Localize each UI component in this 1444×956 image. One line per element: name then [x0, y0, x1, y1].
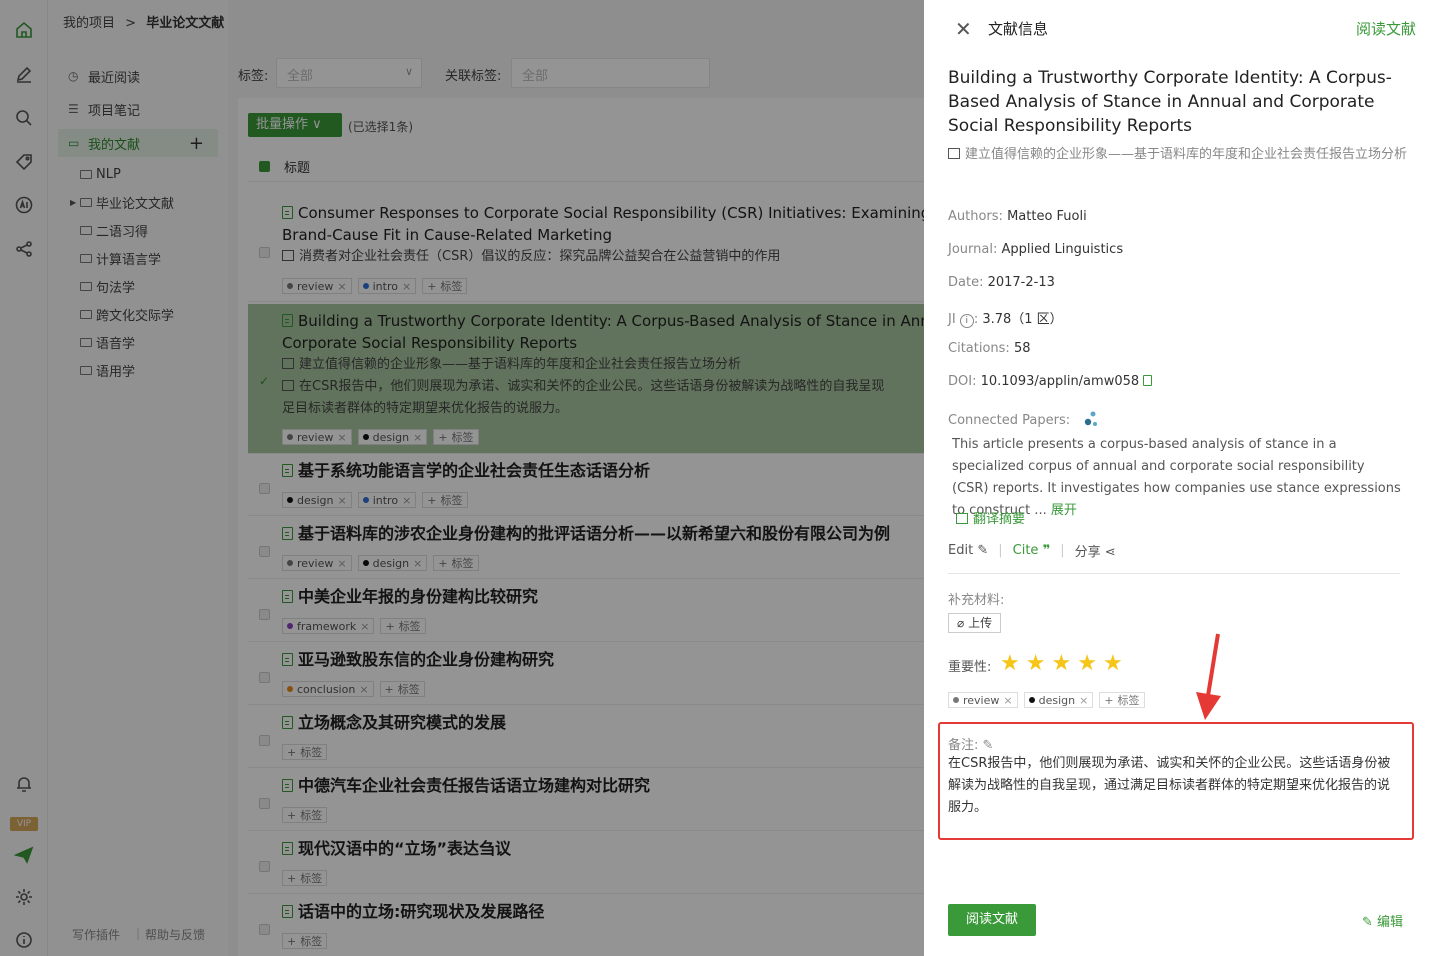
star-icon[interactable]: ★ [1000, 652, 1020, 676]
connected-papers-row: Connected Papers: [948, 410, 1100, 430]
star-icon[interactable]: ★ [1051, 652, 1071, 676]
ji-row: JI i: 3.78（1 区） [948, 312, 1063, 328]
pencil-icon[interactable]: ✎ [983, 738, 994, 753]
note-text[interactable]: 在CSR报告中，他们则展现为承诺、诚实和关怀的企业公民。这些话语身份被解读为战略… [948, 753, 1402, 819]
citations-value: 58 [1013, 341, 1031, 356]
journal-value: Applied Linguistics [1001, 242, 1124, 257]
panel-title: 文献信息 [988, 20, 1049, 38]
tag-chip[interactable]: design × [1023, 692, 1094, 708]
share-button[interactable]: 分享 ⋖ [1075, 541, 1116, 560]
date-row: Date: 2017-2-13 [948, 275, 1055, 290]
authors-value: Matteo Fuoli [1007, 209, 1087, 224]
info-icon[interactable]: i [959, 314, 974, 328]
importance-rating[interactable]: ★ ★ ★ ★ ★ [1000, 652, 1123, 676]
read-paper-link[interactable]: 阅读文献 [1356, 18, 1416, 39]
star-icon[interactable]: ★ [1077, 652, 1097, 676]
doi-value: 10.1093/applin/amw058 [980, 374, 1140, 389]
quote-icon: ❞ [1042, 543, 1051, 558]
star-icon[interactable]: ★ [1026, 652, 1046, 676]
paper-title-translation: 建立值得信赖的企业形象——基于语料库的年度和企业社会责任报告立场分析 [948, 143, 1408, 166]
translate-icon [956, 513, 968, 524]
translate-abstract-button[interactable]: 翻译摘要 [956, 508, 1025, 527]
journal-row: Journal: Applied Linguistics [948, 242, 1124, 257]
importance-label: 重要性: [948, 660, 992, 675]
tag-chip[interactable]: review × [948, 692, 1018, 708]
star-icon[interactable]: ★ [1103, 652, 1123, 676]
close-icon[interactable]: × [1003, 694, 1012, 707]
read-paper-button[interactable]: 阅读文献 [948, 904, 1036, 936]
modal-backdrop[interactable] [0, 0, 924, 956]
red-arrow-annotation [1196, 633, 1221, 720]
image-icon [948, 148, 960, 159]
ji-value: 3.78（1 区） [982, 312, 1063, 327]
connected-papers-icon[interactable] [1080, 410, 1100, 430]
paperclip-icon: ⌀ [957, 616, 965, 630]
pencil-icon: ✎ [1362, 915, 1373, 930]
doi-row: DOI: 10.1093/applin/amw058 [948, 374, 1153, 389]
add-tag-button[interactable]: + 标签 [1099, 692, 1145, 708]
panel-tags: review × design × + 标签 [948, 692, 1145, 708]
edit-icon: ✎ [977, 543, 989, 558]
close-icon[interactable]: ✕ [955, 17, 972, 41]
share-icon: ⋖ [1104, 545, 1116, 560]
close-icon[interactable]: × [1079, 694, 1088, 707]
copy-icon[interactable] [1143, 375, 1153, 386]
expand-link[interactable]: 展开 [1051, 503, 1077, 518]
edit-button[interactable]: Edit ✎ [948, 543, 988, 558]
edit-paper-button[interactable]: ✎ 编辑 [1362, 911, 1403, 930]
note-label: 备注: ✎ [948, 738, 994, 753]
divider [948, 573, 1400, 574]
cite-button[interactable]: Cite ❞ [1013, 543, 1051, 558]
citations-row: Citations: 58 [948, 341, 1031, 356]
plus-icon: + [1104, 693, 1114, 707]
upload-button[interactable]: ⌀ 上传 [948, 613, 1002, 633]
authors-row: Authors: Matteo Fuoli [948, 209, 1087, 224]
paper-full-title: Building a Trustworthy Corporate Identit… [948, 68, 1392, 136]
supplement-label: 补充材料: [948, 593, 1005, 608]
date-value: 2017-2-13 [987, 275, 1055, 290]
action-row: Edit ✎ | Cite ❞ | 分享 ⋖ [948, 541, 1116, 560]
